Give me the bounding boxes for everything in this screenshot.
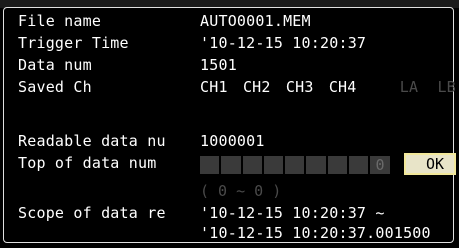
digit-cell-value: 0	[370, 156, 390, 174]
saved-ch-label: Saved Ch	[18, 78, 92, 96]
top-of-data-input[interactable]: 0	[200, 156, 390, 174]
ok-button[interactable]: OK	[404, 153, 456, 175]
file-name-label: File name	[18, 12, 102, 30]
channel-lb: LB	[437, 78, 456, 96]
digit-cell	[200, 156, 220, 174]
file-name-value: AUTO0001.MEM	[200, 12, 311, 30]
scope-end-value: '10-12-15 10:20:37.001500	[200, 224, 431, 242]
channel-ch3: CH3	[285, 78, 314, 96]
top-of-data-label: Top of data num	[18, 154, 157, 172]
readable-data-value: 1000001	[200, 132, 265, 150]
load-info-panel: File name AUTO0001.MEM Trigger Time '10-…	[3, 7, 456, 243]
channel-ch2: CH2	[242, 78, 271, 96]
trigger-time-label: Trigger Time	[18, 34, 129, 52]
data-num-value: 1501	[200, 56, 237, 74]
channel-ch1: CH1	[200, 78, 228, 96]
digit-cell	[242, 156, 262, 174]
readable-data-label: Readable data nu	[18, 132, 166, 150]
digit-cell	[306, 156, 326, 174]
digit-cell	[327, 156, 347, 174]
trigger-time-value: '10-12-15 10:20:37	[200, 34, 367, 52]
channel-la: LA	[399, 78, 419, 96]
saved-ch-list: CH1 CH2 CH3 CH4 LA LB	[200, 78, 459, 96]
top-of-data-range: ( 0 ~ 0 )	[200, 182, 282, 200]
data-num-label: Data num	[18, 56, 92, 74]
channel-ch4: CH4	[328, 78, 357, 96]
scope-of-data-label: Scope of data re	[18, 204, 166, 222]
digit-cell	[285, 156, 305, 174]
digit-cell	[221, 156, 241, 174]
digit-cell	[263, 156, 283, 174]
scope-start-value: '10-12-15 10:20:37 ~	[200, 204, 385, 222]
digit-cell	[348, 156, 368, 174]
